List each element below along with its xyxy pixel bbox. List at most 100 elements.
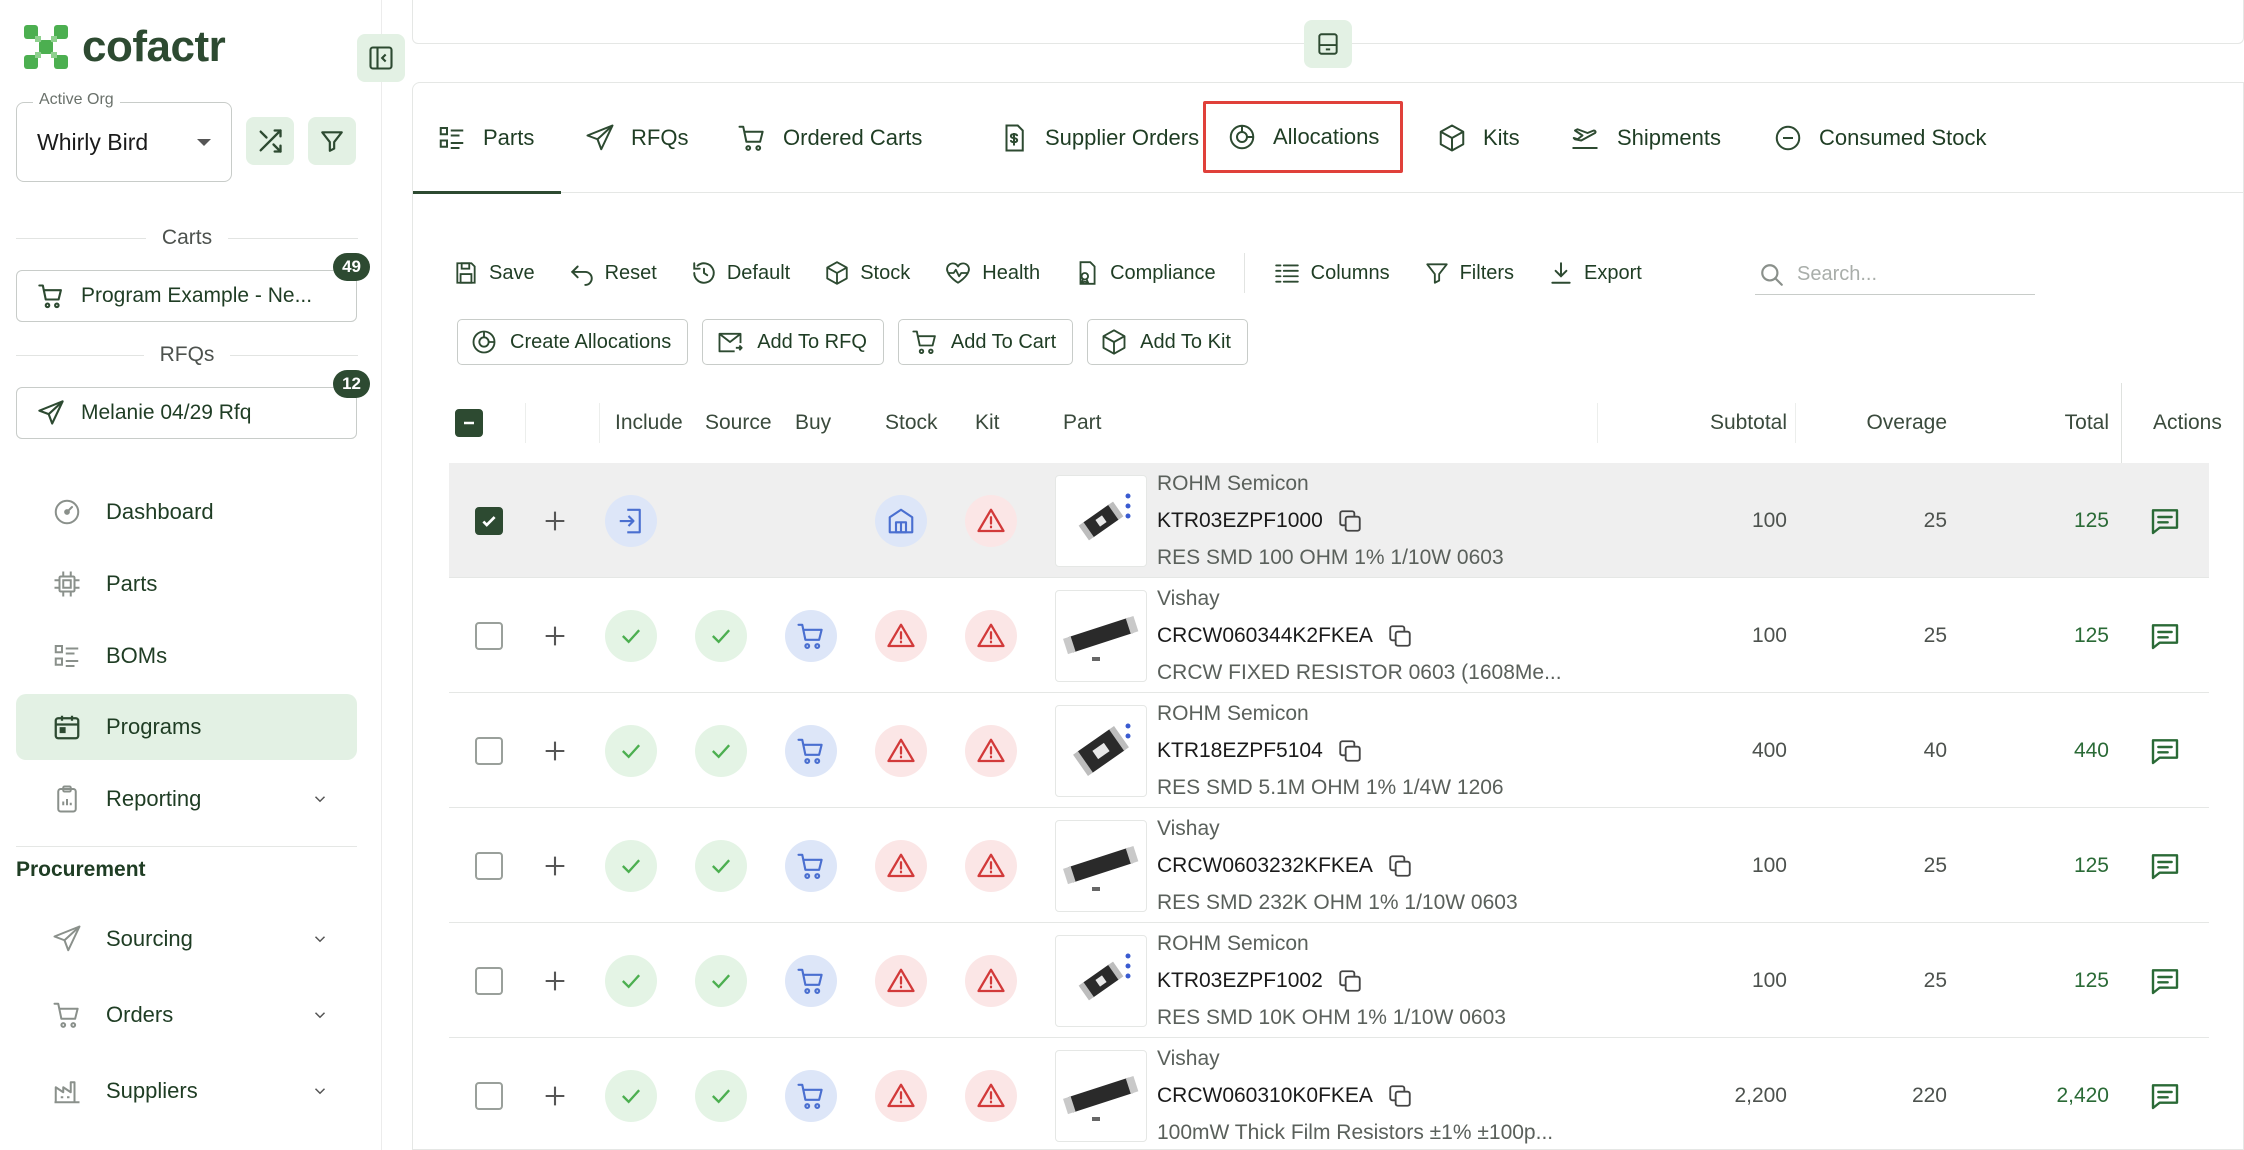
source-status[interactable] (695, 609, 747, 662)
copy-icon[interactable] (1387, 1083, 1413, 1109)
tab-allocations[interactable]: Allocations (1203, 101, 1404, 173)
part-image[interactable] (1055, 474, 1147, 567)
plus-icon[interactable] (541, 852, 569, 880)
include-status[interactable] (605, 724, 657, 777)
save-button[interactable]: Save (453, 253, 535, 293)
tab-ordered-carts[interactable]: Ordered Carts (713, 83, 946, 193)
toggle-panel-button[interactable] (1304, 20, 1352, 68)
comment-icon[interactable] (2149, 1080, 2181, 1112)
stock-status[interactable] (875, 954, 927, 1007)
columns-button[interactable]: Columns (1273, 253, 1390, 293)
column-header-source[interactable]: Source (705, 383, 772, 463)
stock-status[interactable] (875, 839, 927, 892)
kit-status[interactable] (965, 724, 1017, 777)
export-button[interactable]: Export (1548, 253, 1642, 293)
row-checkbox[interactable] (475, 621, 503, 650)
part-image[interactable] (1055, 934, 1147, 1027)
source-status[interactable] (695, 1069, 747, 1122)
buy-status[interactable] (785, 724, 837, 777)
column-header-total[interactable]: Total (1959, 383, 2109, 463)
stock-button[interactable]: Stock (824, 253, 910, 293)
copy-icon[interactable] (1387, 623, 1413, 649)
source-status[interactable] (695, 724, 747, 777)
table-row[interactable]: Vishay CRCW060310K0FKEA 100mW Thick Film… (449, 1038, 2209, 1150)
sidebar-item-suppliers[interactable]: Suppliers (16, 1058, 357, 1124)
reset-button[interactable]: Reset (569, 253, 657, 293)
tab-shipments[interactable]: Shipments (1545, 83, 1745, 193)
sidebar-item-orders[interactable]: Orders (16, 982, 357, 1048)
table-row[interactable]: ROHM Semicon KTR03EZPF1002 RES SMD 10K O… (449, 923, 2209, 1038)
kit-status[interactable] (965, 494, 1017, 547)
source-status[interactable] (695, 954, 747, 1007)
comment-icon[interactable] (2149, 735, 2181, 767)
kit-status[interactable] (965, 839, 1017, 892)
part-number[interactable]: CRCW060344K2FKEA (1157, 614, 1577, 658)
part-number[interactable]: KTR03EZPF1000 (1157, 499, 1577, 543)
kit-status[interactable] (965, 1069, 1017, 1122)
plus-icon[interactable] (541, 737, 569, 765)
comment-icon[interactable] (2149, 850, 2181, 882)
table-row[interactable]: ROHM Semicon KTR03EZPF1000 RES SMD 100 O… (449, 463, 2209, 578)
source-status[interactable] (695, 839, 747, 892)
kit-status[interactable] (965, 609, 1017, 662)
tab-consumed-stock[interactable]: Consumed Stock (1749, 83, 2011, 193)
part-number[interactable]: KTR03EZPF1002 (1157, 959, 1577, 1003)
comment-icon[interactable] (2149, 505, 2181, 537)
stock-status[interactable] (875, 494, 927, 547)
part-image[interactable] (1055, 1049, 1147, 1142)
sidebar-item-dashboard[interactable]: Dashboard (16, 479, 357, 545)
row-checkbox[interactable] (475, 1081, 503, 1110)
include-status[interactable] (605, 954, 657, 1007)
column-header-stock[interactable]: Stock (885, 383, 938, 463)
sidebar-item-programs[interactable]: Programs (16, 694, 357, 760)
copy-icon[interactable] (1337, 738, 1363, 764)
include-status[interactable] (605, 494, 657, 547)
column-header-include[interactable]: Include (615, 383, 683, 463)
table-row[interactable]: Vishay CRCW060344K2FKEA CRCW FIXED RESIS… (449, 578, 2209, 693)
sidebar-item-sourcing[interactable]: Sourcing (16, 906, 357, 972)
select-all-checkbox[interactable] (455, 409, 483, 437)
column-header-part[interactable]: Part (1063, 383, 1102, 463)
switch-org-button[interactable] (246, 117, 294, 165)
row-checkbox[interactable] (475, 736, 503, 765)
collapse-sidebar-button[interactable] (357, 34, 405, 82)
brand-logo[interactable]: cofactr (22, 22, 226, 72)
tab-kits[interactable]: Kits (1413, 83, 1544, 193)
part-image[interactable] (1055, 704, 1147, 797)
column-header-buy[interactable]: Buy (795, 383, 831, 463)
copy-icon[interactable] (1337, 508, 1363, 534)
buy-status[interactable] (785, 609, 837, 662)
active-rfq-selector[interactable]: Melanie 04/29 Rfq 12 (16, 370, 370, 439)
part-image[interactable] (1055, 819, 1147, 912)
row-checkbox[interactable] (475, 966, 503, 995)
copy-icon[interactable] (1387, 853, 1413, 879)
comment-icon[interactable] (2149, 965, 2181, 997)
column-header-subtotal[interactable]: Subtotal (1599, 383, 1787, 463)
kit-status[interactable] (965, 954, 1017, 1007)
search-input[interactable] (1797, 263, 2027, 286)
default-button[interactable]: Default (691, 253, 790, 293)
table-row[interactable]: ROHM Semicon KTR18EZPF5104 RES SMD 5.1M … (449, 693, 2209, 808)
row-checkbox[interactable] (475, 506, 503, 535)
row-checkbox[interactable] (475, 851, 503, 880)
column-header-kit[interactable]: Kit (975, 383, 1000, 463)
health-button[interactable]: Health (944, 253, 1040, 293)
add-to-kit-button[interactable]: Add To Kit (1087, 319, 1248, 365)
active-org-select[interactable]: Active Org Whirly Bird (16, 91, 232, 182)
stock-status[interactable] (875, 1069, 927, 1122)
org-filter-button[interactable] (308, 117, 356, 165)
plus-icon[interactable] (541, 507, 569, 535)
part-number[interactable]: CRCW0603232KFKEA (1157, 844, 1577, 888)
add-to-rfq-button[interactable]: Add To RFQ (702, 319, 884, 365)
buy-status[interactable] (785, 1069, 837, 1122)
search-box[interactable] (1755, 255, 2035, 295)
part-number[interactable]: CRCW060310K0FKEA (1157, 1074, 1577, 1118)
column-header-overage[interactable]: Overage (1799, 383, 1947, 463)
create-allocations-button[interactable]: Create Allocations (457, 319, 689, 365)
part-image[interactable] (1055, 589, 1147, 682)
tab-rfqs[interactable]: RFQs (561, 83, 712, 193)
sidebar-item-reporting[interactable]: Reporting (16, 766, 357, 832)
table-row[interactable]: Vishay CRCW0603232KFKEA RES SMD 232K OHM… (449, 808, 2209, 923)
plus-icon[interactable] (541, 622, 569, 650)
add-to-cart-button[interactable]: Add To Cart (897, 319, 1074, 365)
